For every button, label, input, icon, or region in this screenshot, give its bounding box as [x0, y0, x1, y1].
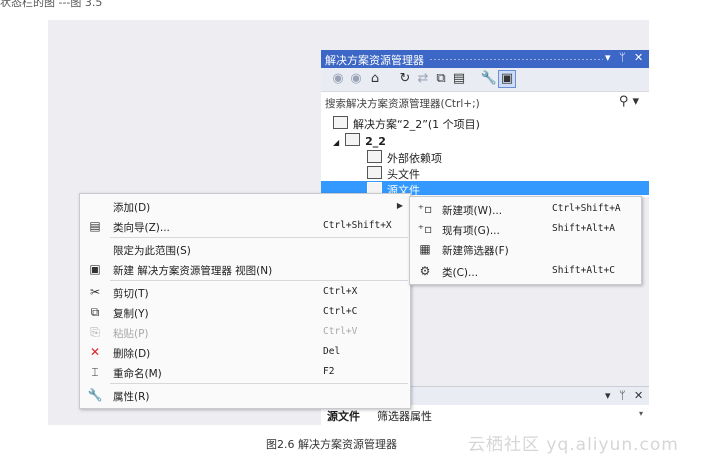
titlebar-grip — [429, 58, 603, 61]
home-icon[interactable]: ⌂ — [366, 70, 384, 88]
menu-item-label: 复制(Y) — [113, 308, 149, 320]
refresh-icon[interactable]: ⇄ — [414, 70, 432, 88]
tree-item-external-deps[interactable]: 外部依赖项 — [367, 150, 442, 166]
wrench-icon: 🔧 — [87, 388, 103, 402]
submenu-item-new-item[interactable]: ⁺▫ 新建项(W)... Ctrl+Shift+A — [410, 199, 641, 219]
new-item-icon: ⁺▫ — [417, 202, 433, 216]
properties-icon[interactable]: 🔧 — [480, 70, 498, 88]
menu-item-copy[interactable]: ⧉ 复制(Y) Ctrl+C — [80, 302, 410, 322]
menu-item-label: 新建筛选器(F) — [442, 245, 509, 257]
rename-icon: ⌶ — [91, 365, 99, 379]
context-menu: 添加(D) ▶ ▤ 类向导(Z)... Ctrl+Shift+X 限定为此范围(… — [79, 193, 411, 409]
menu-item-label: 属性(R) — [113, 391, 150, 403]
submenu-arrow-icon: ▶ — [396, 201, 403, 210]
submenu-item-new-filter[interactable]: ▦ 新建筛选器(F) — [410, 239, 641, 259]
figure-caption: 图2.6 解决方案资源管理器 — [266, 438, 397, 451]
solution-explorer-title: 解决方案资源管理器 — [325, 54, 424, 67]
solution-icon — [333, 116, 348, 129]
history-icon[interactable]: ↻ — [396, 70, 414, 88]
tree-item-project[interactable]: ◢ 2_2 — [333, 133, 386, 148]
menu-item-new-view[interactable]: ▣ 新建 解决方案资源管理器 视图(N) — [80, 259, 410, 279]
paste-icon: ⎘ — [90, 325, 100, 339]
class-wizard-icon: ▤ — [89, 219, 101, 233]
solution-explorer-search[interactable]: 搜索解决方案资源管理器(Ctrl+;) ⚲ ▾ — [321, 91, 649, 114]
menu-item-label: 删除(D) — [113, 348, 151, 360]
menu-item-shortcut: Ctrl+V — [323, 326, 358, 337]
menu-item-label: 重命名(M) — [113, 368, 162, 380]
menu-item-shortcut: Ctrl+X — [323, 286, 358, 297]
class-icon: ⚙ — [419, 264, 431, 278]
menu-item-paste[interactable]: ⎘ 粘贴(P) Ctrl+V — [80, 322, 410, 342]
menu-item-cut[interactable]: ✂ 剪切(T) Ctrl+X — [80, 282, 410, 302]
tree-item-label: 2_2 — [365, 135, 386, 148]
menu-item-shortcut: F2 — [323, 366, 335, 377]
pin-icon[interactable]: ᛘ — [619, 389, 626, 402]
watermark: 云栖社区 yq.aliyun.com — [468, 435, 679, 455]
menu-item-scope-to-this[interactable]: 限定为此范围(S) — [80, 239, 410, 259]
menu-item-shortcut: Shift+Alt+A — [552, 223, 615, 234]
menu-item-delete[interactable]: ✕ 删除(D) Del — [80, 342, 410, 362]
submenu-item-class[interactable]: ⚙ 类(C)... Shift+Alt+C — [410, 261, 641, 281]
menu-item-label: 限定为此范围(S) — [113, 245, 191, 257]
menu-item-shortcut: Ctrl+Shift+X — [323, 220, 392, 231]
menu-item-shortcut: Ctrl+C — [323, 306, 358, 317]
menu-item-label: 粘贴(P) — [113, 328, 149, 340]
menu-item-shortcut: Ctrl+Shift+A — [552, 203, 621, 214]
menu-item-label: 剪切(T) — [113, 288, 149, 300]
menu-item-label: 类向导(Z)... — [113, 222, 170, 234]
new-filter-icon: ▦ — [419, 242, 431, 256]
menu-separator — [110, 383, 408, 384]
menu-item-rename[interactable]: ⌶ 重命名(M) F2 — [80, 362, 410, 382]
solution-explorer-toolbar: ◉ ◉ ⌂ ↻ ⇄ ⧉ ▤ 🔧 ▣ — [321, 68, 649, 90]
properties-object-name: 源文件 — [327, 410, 360, 423]
close-icon[interactable]: ✕ — [634, 389, 643, 402]
window-position-icon[interactable]: ▾ — [605, 51, 611, 64]
cropped-top-text: 状态栏的图 ---图 3.5 — [0, 0, 103, 9]
menu-item-class-wizard[interactable]: ▤ 类向导(Z)... Ctrl+Shift+X — [80, 216, 410, 236]
back-icon[interactable]: ◉ — [329, 70, 347, 88]
forward-icon[interactable]: ◉ — [347, 70, 365, 88]
solution-tree: 解决方案“2_2”(1 个项目) ◢ 2_2 外部依赖项 头文件 源文件 — [321, 113, 649, 197]
menu-item-add[interactable]: 添加(D) ▶ — [80, 196, 410, 216]
search-icon[interactable]: ⚲ ▾ — [619, 94, 639, 109]
menu-item-label: 现有项(G)... — [442, 225, 500, 237]
submenu-item-existing-item[interactable]: ⁺▫ 现有项(G)... Shift+Alt+A — [410, 219, 641, 239]
tree-item-headers[interactable]: 头文件 — [367, 166, 420, 182]
chevron-down-icon[interactable]: ▾ — [639, 409, 643, 418]
tree-item-solution[interactable]: 解决方案“2_2”(1 个项目) — [333, 116, 480, 132]
menu-item-label: 新建 解决方案资源管理器 视图(N) — [113, 265, 273, 277]
tree-item-label: 外部依赖项 — [387, 152, 442, 165]
show-all-files-icon[interactable]: ▤ — [450, 70, 468, 88]
scissors-icon: ✂ — [89, 285, 101, 299]
collapse-all-icon[interactable]: ⧉ — [432, 70, 450, 88]
menu-separator — [110, 237, 408, 238]
menu-separator — [110, 280, 408, 281]
menu-item-properties[interactable]: 🔧 属性(R) — [80, 385, 410, 405]
menu-item-label: 添加(D) — [113, 202, 151, 214]
copy-icon: ⧉ — [90, 305, 100, 319]
pin-icon[interactable]: ᛘ — [619, 51, 626, 64]
tree-item-label: 头文件 — [387, 168, 420, 181]
delete-icon: ✕ — [89, 345, 101, 359]
folder-icon — [367, 166, 382, 179]
search-input[interactable]: 搜索解决方案资源管理器(Ctrl+;) — [325, 96, 480, 111]
solution-explorer-titlebar[interactable]: 解决方案资源管理器 ▾ ᛘ ✕ — [321, 50, 649, 68]
add-submenu: ⁺▫ 新建项(W)... Ctrl+Shift+A ⁺▫ 现有项(G)... S… — [409, 196, 642, 285]
menu-item-label: 新建项(W)... — [442, 205, 503, 217]
folder-icon — [367, 150, 382, 163]
menu-item-label: 类(C)... — [442, 267, 479, 279]
properties-object-type: 筛选器属性 — [377, 410, 432, 423]
menu-item-shortcut: Del — [323, 346, 341, 357]
preview-icon[interactable]: ▣ — [498, 70, 516, 88]
close-icon[interactable]: ✕ — [634, 51, 643, 64]
project-icon — [345, 133, 361, 146]
window-position-icon[interactable]: ▾ — [605, 389, 611, 402]
menu-item-shortcut: Shift+Alt+C — [552, 265, 615, 276]
expander-icon[interactable]: ◢ — [333, 138, 339, 147]
new-view-icon: ▣ — [89, 262, 101, 276]
existing-item-icon: ⁺▫ — [417, 222, 433, 236]
tree-item-label: 解决方案“2_2”(1 个项目) — [353, 118, 480, 131]
